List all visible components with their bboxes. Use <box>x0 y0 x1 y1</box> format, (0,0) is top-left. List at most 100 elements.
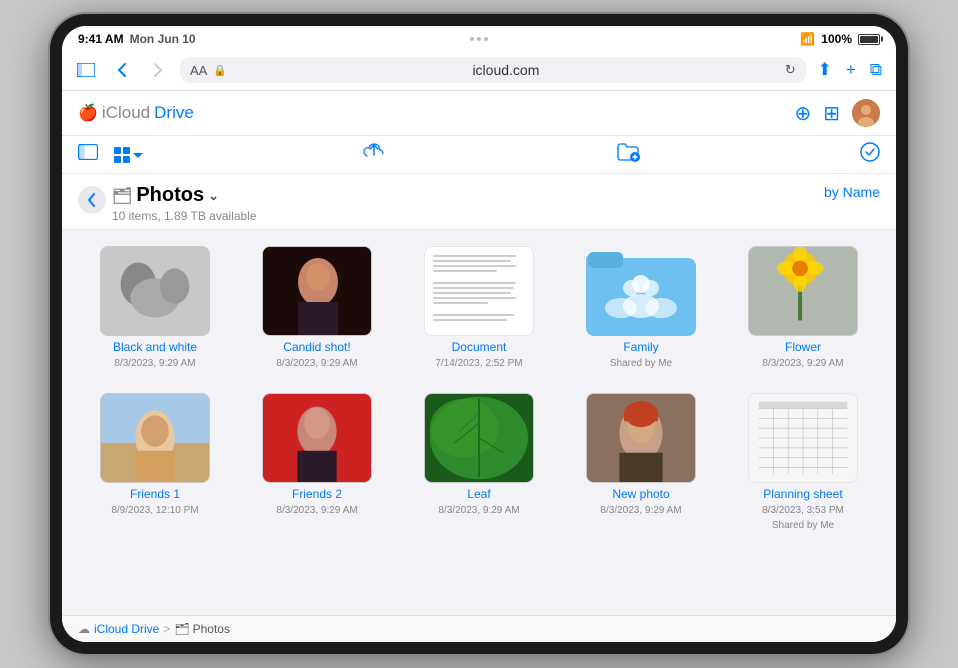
tabs-button[interactable]: ⧉ <box>866 60 886 80</box>
battery-icon <box>858 34 880 45</box>
status-bar: 9:41 AM Mon Jun 10 📶 100% <box>62 26 896 50</box>
file-name: Family <box>623 340 658 354</box>
file-name: Leaf <box>467 487 490 501</box>
new-tab-button[interactable]: + <box>842 60 860 80</box>
status-right: 📶 100% <box>800 32 880 46</box>
bw-photo-thumb <box>101 247 209 335</box>
sidebar-toggle-button[interactable] <box>72 56 100 84</box>
file-name: New photo <box>612 487 669 501</box>
file-date: 8/3/2023, 9:29 AM <box>600 505 681 516</box>
list-item[interactable]: New photo 8/3/2023, 9:29 AM <box>568 393 714 531</box>
folder-chevron-icon: ⌄ <box>208 188 219 204</box>
file-date: 8/3/2023, 3:53 PM <box>762 505 844 516</box>
device-frame: 9:41 AM Mon Jun 10 📶 100% <box>50 14 908 654</box>
back-button[interactable] <box>108 56 136 84</box>
folder-name: Photos <box>136 184 204 207</box>
folder-header-left: 🗂 Photos ⌄ 10 items, 1.89 TB available <box>78 184 257 223</box>
icloud-logo: 🍎 iCloud Drive <box>78 103 194 123</box>
share-button[interactable]: ⬆ <box>814 60 836 80</box>
status-left: 9:41 AM Mon Jun 10 <box>78 32 196 46</box>
icloud-label: iCloud <box>102 103 150 123</box>
file-date: 8/3/2023, 9:29 AM <box>438 505 519 516</box>
cloud-icon: ☁ <box>78 622 90 636</box>
view-options-icon[interactable] <box>114 147 143 163</box>
file-date: 8/3/2023, 9:29 AM <box>762 358 843 369</box>
file-name: Document <box>452 340 507 354</box>
files-grid: Black and white 8/3/2023, 9:29 AM <box>82 246 876 531</box>
sidebar-icon[interactable] <box>78 144 98 165</box>
shared-label: Shared by Me <box>772 520 834 531</box>
date: Mon Jun 10 <box>130 32 196 46</box>
file-name: Planning sheet <box>763 487 842 501</box>
forward-button[interactable] <box>144 56 172 84</box>
bottom-bar: ☁ iCloud Drive > 🗂 Photos <box>62 615 896 642</box>
icloud-header-right: ⊕ ⊞ <box>794 99 880 127</box>
file-name: Flower <box>785 340 821 354</box>
battery-level: 100% <box>821 32 852 46</box>
breadcrumb-current-name: Photos <box>193 622 230 636</box>
apple-logo: 🍎 <box>78 103 98 123</box>
list-item[interactable]: Planning sheet 8/3/2023, 3:53 PM Shared … <box>730 393 876 531</box>
folder-header: 🗂 Photos ⌄ 10 items, 1.89 TB available b… <box>62 174 896 230</box>
file-thumbnail <box>748 246 858 336</box>
breadcrumb-separator: > <box>163 622 170 636</box>
folder-small-icon: 🗂 <box>174 622 189 636</box>
url-bar[interactable]: AA 🔒 icloud.com ↻ <box>180 57 806 83</box>
file-date: 8/3/2023, 9:29 AM <box>276 505 357 516</box>
list-item[interactable]: Leaf 8/3/2023, 9:29 AM <box>406 393 552 531</box>
aa-label: AA <box>190 63 207 78</box>
list-item[interactable]: Black and white 8/3/2023, 9:29 AM <box>82 246 228 369</box>
file-name: Friends 1 <box>130 487 180 501</box>
list-item[interactable]: Candid shot! 8/3/2023, 9:29 AM <box>244 246 390 369</box>
sort-label[interactable]: by Name <box>824 184 880 200</box>
file-name: Black and white <box>113 340 197 354</box>
file-thumbnail <box>100 393 210 483</box>
screen: 9:41 AM Mon Jun 10 📶 100% <box>62 26 896 642</box>
file-thumbnail <box>262 393 372 483</box>
files-grid-container: Black and white 8/3/2023, 9:29 AM <box>62 230 896 615</box>
back-folder-button[interactable] <box>78 186 106 214</box>
file-name: Candid shot! <box>283 340 350 354</box>
file-date: 7/14/2023, 2:52 PM <box>435 358 522 369</box>
checkmark-icon[interactable] <box>860 142 880 167</box>
list-item[interactable]: Document 7/14/2023, 2:52 PM <box>406 246 552 369</box>
file-thumbnail <box>262 246 372 336</box>
icloud-header: 🍎 iCloud Drive ⊕ ⊞ <box>62 91 896 136</box>
file-thumbnail <box>586 246 696 336</box>
folder-title-area: 🗂 Photos ⌄ 10 items, 1.89 TB available <box>112 184 257 223</box>
browser-actions: ⬆ + ⧉ <box>814 60 886 80</box>
file-thumbnail <box>586 393 696 483</box>
breadcrumb-current: 🗂 Photos <box>174 622 230 636</box>
drive-label: Drive <box>154 103 194 123</box>
folder-icon: 🗂 <box>112 186 132 206</box>
folder-add-icon[interactable] <box>616 142 640 167</box>
lock-icon: 🔒 <box>213 64 227 77</box>
file-thumbnail <box>100 246 210 336</box>
browser-bar: AA 🔒 icloud.com ↻ ⬆ + ⧉ <box>62 50 896 91</box>
file-date: 8/9/2023, 12:10 PM <box>111 505 198 516</box>
wifi-icon: 📶 <box>800 32 815 46</box>
toolbar <box>62 136 896 174</box>
grid-view-icon[interactable]: ⊞ <box>823 101 840 126</box>
document-thumb <box>425 247 533 335</box>
avatar[interactable] <box>852 99 880 127</box>
folder-subtitle: 10 items, 1.89 TB available <box>112 209 257 223</box>
candid-photo-thumb <box>263 247 371 335</box>
file-date: 8/3/2023, 9:29 AM <box>276 358 357 369</box>
folder-title: 🗂 Photos ⌄ <box>112 184 257 207</box>
file-name: Friends 2 <box>292 487 342 501</box>
time: 9:41 AM <box>78 32 124 46</box>
file-thumbnail <box>748 393 858 483</box>
url-text: icloud.com <box>233 62 779 78</box>
reload-button[interactable]: ↻ <box>785 62 796 78</box>
file-thumbnail <box>424 246 534 336</box>
file-thumbnail <box>424 393 534 483</box>
breadcrumb-home[interactable]: iCloud Drive <box>94 622 159 636</box>
add-circle-icon[interactable]: ⊕ <box>794 101 811 126</box>
list-item[interactable]: Friends 2 8/3/2023, 9:29 AM <box>244 393 390 531</box>
list-item[interactable]: Friends 1 8/9/2023, 12:10 PM <box>82 393 228 531</box>
upload-icon[interactable] <box>363 142 385 167</box>
file-date: Shared by Me <box>610 358 672 369</box>
list-item[interactable]: Flower 8/3/2023, 9:29 AM <box>730 246 876 369</box>
list-item[interactable]: Family Shared by Me <box>568 246 714 369</box>
